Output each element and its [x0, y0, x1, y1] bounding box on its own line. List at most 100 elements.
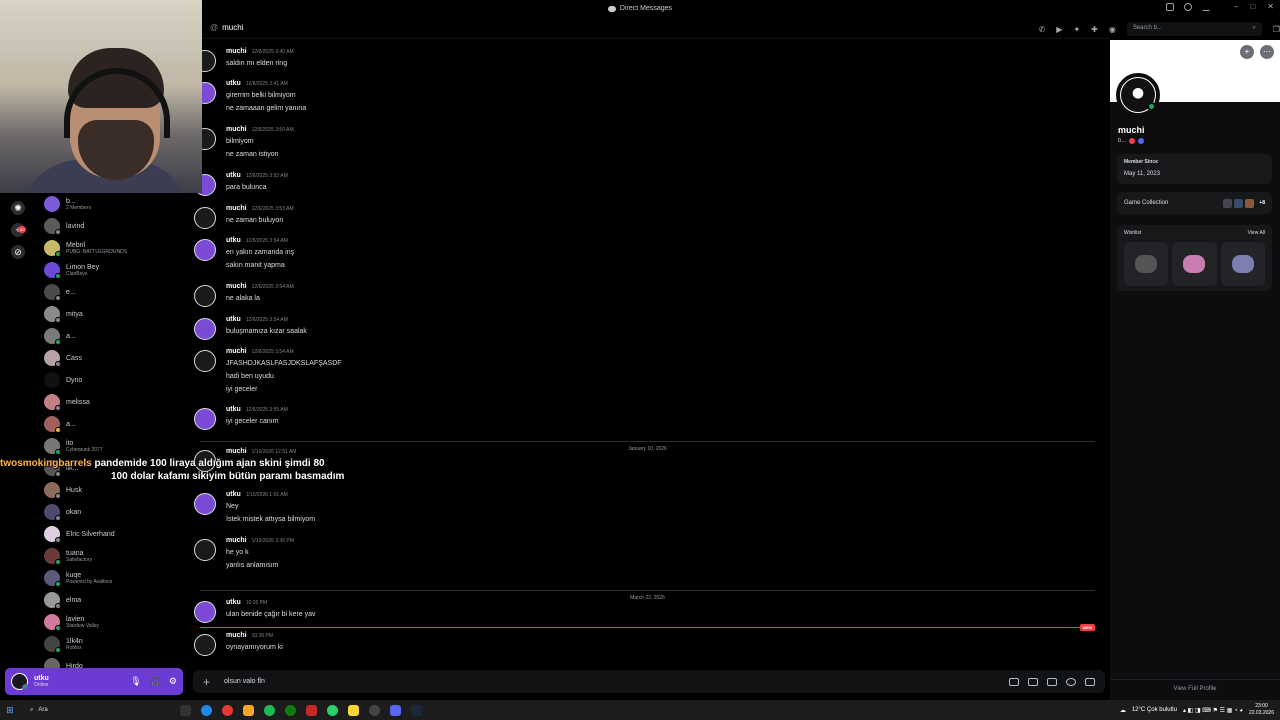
avatar[interactable] [194, 285, 216, 307]
dm-list-item[interactable]: e... [36, 281, 186, 303]
view-all-link[interactable]: View All [1248, 230, 1265, 236]
sticker-icon[interactable] [1047, 677, 1057, 686]
dm-list-item[interactable]: okan [36, 501, 186, 523]
dm-list-item[interactable]: a... [36, 413, 186, 435]
clock[interactable]: 23:00 22.03.2026 [1249, 703, 1274, 717]
message-input[interactable]: olsun valo fln [224, 678, 265, 685]
message-composer[interactable]: + olsun valo fln [193, 670, 1105, 693]
message-author[interactable]: utku [226, 80, 241, 87]
edge-icon[interactable] [201, 704, 212, 716]
avatar[interactable] [194, 207, 216, 229]
avatar[interactable] [194, 239, 216, 261]
wishlist-item[interactable] [1220, 242, 1265, 286]
user-profile-icon[interactable]: ◉ [1109, 25, 1116, 34]
dm-list-item[interactable]: melissa [36, 391, 186, 413]
dm-list-item[interactable]: Hirdo [36, 655, 186, 668]
message-author[interactable]: muchi [226, 283, 247, 290]
dm-list-item[interactable]: Cass [36, 347, 186, 369]
message-author[interactable]: utku [226, 406, 241, 413]
add-friend-icon[interactable]: ✚ [1091, 25, 1098, 34]
message-timestamp: 10:36 PM [251, 633, 274, 639]
message-list: muchi 12/6/2025 3:40 AM saldın mı elden ri… [190, 42, 1105, 662]
call-icon[interactable]: ✆ [1039, 25, 1046, 34]
video-icon[interactable]: ▶ [1056, 25, 1062, 34]
dm-list-item[interactable]: 1lk4n Roblox [36, 633, 186, 655]
dm-list-item[interactable]: ito Cyberpunk 2077 [36, 435, 186, 457]
message: utku 12/6/2025 3:41 AM girerrim belki bilm… [194, 80, 306, 113]
message-text: para bulunca [226, 184, 267, 191]
message-author[interactable]: utku [226, 237, 241, 244]
notes-icon[interactable] [348, 704, 359, 716]
inbox-icon[interactable] [1166, 3, 1174, 11]
download-icon[interactable] [1202, 3, 1210, 11]
add-friend-icon[interactable]: + [1240, 45, 1254, 59]
gif-icon[interactable] [1028, 677, 1038, 686]
pin-icon[interactable]: ✦ [1073, 25, 1080, 34]
dm-list-item[interactable]: mitya [36, 303, 186, 325]
avatar[interactable] [194, 634, 216, 656]
home-icon[interactable]: ✺ [11, 201, 25, 215]
minimize-button[interactable]: – [1234, 2, 1238, 11]
bookmark-icon[interactable]: ❐ [1273, 25, 1280, 34]
avatar[interactable] [11, 673, 28, 690]
message-author[interactable]: muchi [226, 126, 247, 133]
discord-icon[interactable] [390, 704, 401, 716]
gift-icon[interactable] [1009, 677, 1019, 686]
avatar[interactable] [194, 350, 216, 372]
valorant-icon[interactable] [306, 704, 317, 716]
more-icon[interactable]: ⋯ [1260, 45, 1274, 59]
dm-list-item[interactable]: lavind [36, 215, 186, 237]
dm-list-item[interactable]: b... 2 Members [36, 193, 186, 215]
dm-list-item[interactable]: kuqe Powered by Avallons [36, 567, 186, 589]
profile-avatar[interactable] [1116, 73, 1160, 117]
steam-icon[interactable] [411, 704, 422, 716]
game-collection-card[interactable]: Game Collection +8 [1117, 192, 1272, 214]
explorer-icon[interactable] [243, 704, 254, 716]
emoji-icon[interactable] [1066, 677, 1076, 686]
close-button[interactable]: ✕ [1267, 2, 1274, 11]
dm-list-item[interactable]: a... [36, 325, 186, 347]
online-status-icon [1147, 102, 1156, 111]
help-icon[interactable] [1184, 3, 1192, 11]
dm-list-item[interactable]: Dyno [36, 369, 186, 391]
search-input[interactable]: Search b... ⌕ [1126, 22, 1262, 36]
headphones-icon[interactable]: 🎧 [150, 676, 161, 687]
maximize-button[interactable]: □ [1250, 2, 1255, 11]
message-author[interactable]: muchi [226, 48, 247, 55]
apps-icon[interactable] [1085, 677, 1095, 686]
xbox-icon[interactable] [285, 704, 296, 716]
message-author[interactable]: muchi [226, 205, 247, 212]
avatar[interactable] [194, 493, 216, 515]
tray-icons[interactable]: ▴ ◧ ◨ ⌨ ⚑ ☰ ▦ ◔ ◕ [1183, 707, 1243, 714]
windows-start-icon[interactable]: ⊞ [0, 705, 20, 716]
message-author[interactable]: muchi [226, 537, 247, 544]
message-author[interactable]: utku [226, 316, 241, 323]
taskview-icon[interactable] [180, 704, 191, 716]
wishlist-item[interactable] [1172, 242, 1217, 286]
avatar[interactable] [194, 318, 216, 340]
view-full-profile-button[interactable]: View Full Profile [1110, 679, 1280, 692]
dm-list-item[interactable]: Limon Bey ClanBeys [36, 259, 186, 281]
obs-icon[interactable] [369, 704, 380, 716]
message-author[interactable]: utku [226, 172, 241, 179]
discover-icon[interactable]: ⊘ [11, 245, 25, 259]
whatsapp-icon[interactable] [327, 704, 338, 716]
settings-gear-icon[interactable]: ⚙ [169, 676, 177, 687]
dm-list-item[interactable]: Mebril PUBG: BATTLEGROUNDS [36, 237, 186, 259]
wishlist-item[interactable] [1124, 242, 1169, 286]
dm-list-item[interactable]: tuana Satisfactory [36, 545, 186, 567]
message-author[interactable]: utku [226, 491, 241, 498]
message-author[interactable]: muchi [226, 632, 247, 639]
mic-icon[interactable]: 🎙 [130, 676, 141, 687]
chrome-icon[interactable] [222, 704, 233, 716]
taskbar-search[interactable]: ⌕ Ara [20, 703, 160, 717]
spotify-icon[interactable] [264, 704, 275, 716]
dm-list-item[interactable]: Elric Silverhand [36, 523, 186, 545]
avatar[interactable] [194, 408, 216, 430]
dm-list-item[interactable]: lavien Stardew Valley [36, 611, 186, 633]
dm-list-item[interactable]: elma [36, 589, 186, 611]
attach-plus-icon[interactable]: + [203, 675, 210, 689]
dm-name: tuana [66, 549, 84, 557]
avatar[interactable] [194, 539, 216, 561]
message-author[interactable]: muchi [226, 348, 247, 355]
